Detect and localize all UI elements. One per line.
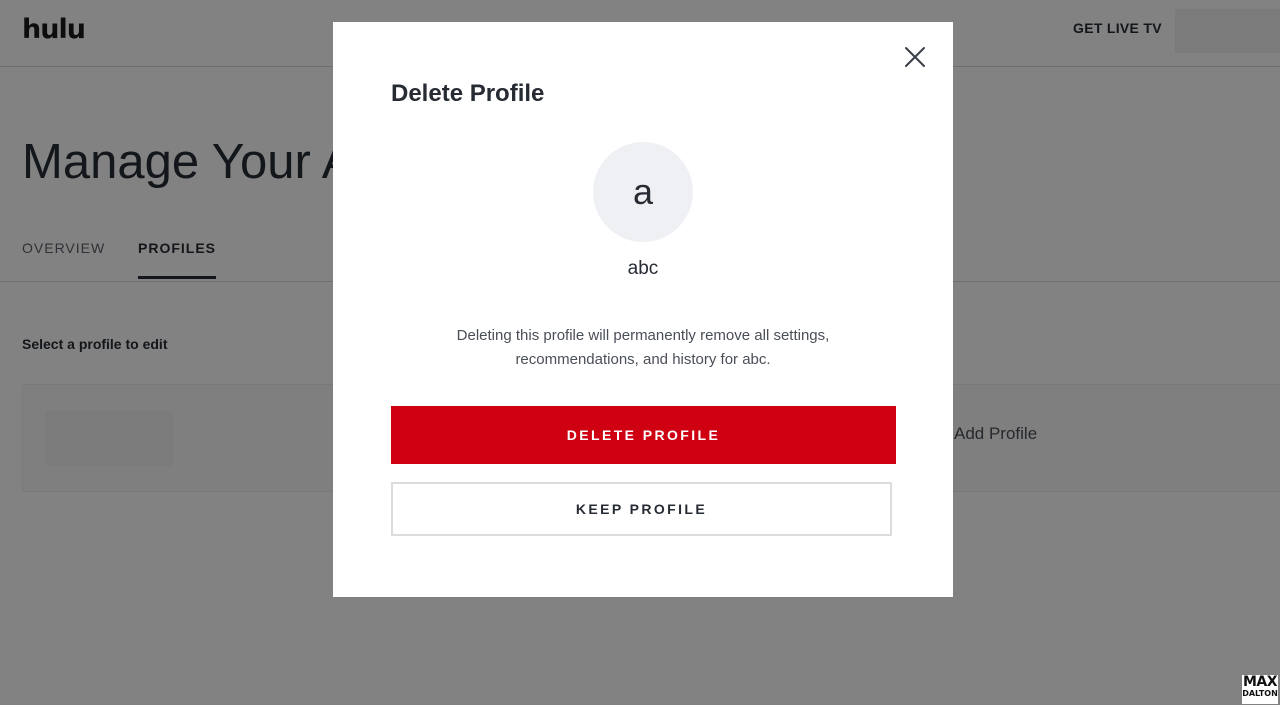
close-button[interactable] <box>901 43 929 71</box>
message-line: recommendations, and history for abc. <box>515 351 771 368</box>
profile-name: abc <box>627 258 659 279</box>
watermark-line: MAX <box>1242 674 1278 690</box>
avatar-initial: a <box>632 171 654 212</box>
message-line: Deleting this profile will permanently r… <box>456 327 830 344</box>
watermark-logo: MAX DALTON <box>1242 675 1278 704</box>
watermark-line: DALTON <box>1242 689 1278 698</box>
dialog-title: Delete Profile <box>391 80 545 107</box>
delete-profile-dialog: Delete Profile a abc Deleting this profi… <box>333 22 953 597</box>
keep-profile-button[interactable]: KEEP PROFILE <box>391 482 892 536</box>
close-icon <box>905 47 925 67</box>
delete-warning-message: Deleting this profile will permanently r… <box>413 324 873 372</box>
avatar: a <box>593 142 693 242</box>
delete-profile-button[interactable]: DELETE PROFILE <box>391 406 896 464</box>
